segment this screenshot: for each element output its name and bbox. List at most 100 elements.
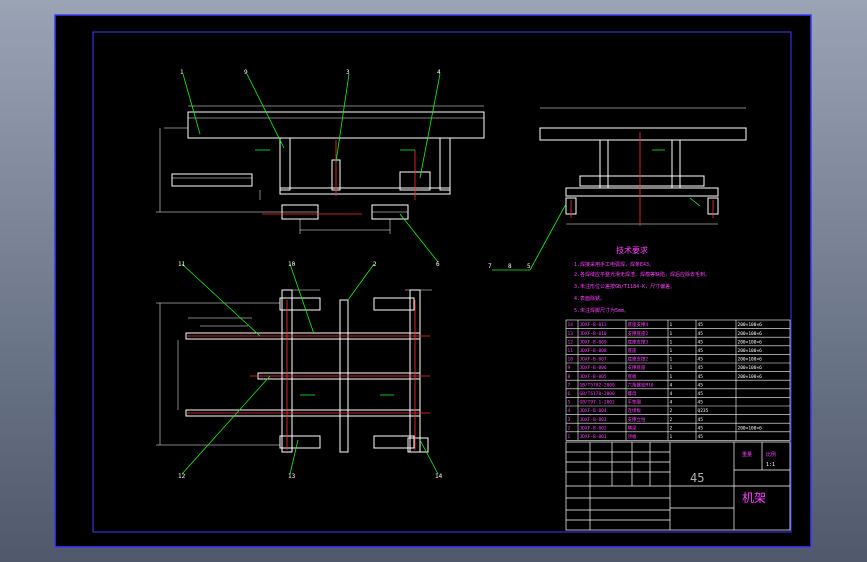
bom-cell-code: JDXF-B-008 <box>580 348 607 354</box>
bom-cell-mat: 45 <box>698 331 704 337</box>
bom-cell-wt: 200×100×6 <box>738 425 763 431</box>
drawing-sheet <box>55 15 811 547</box>
bom-cell-qty: 2 <box>670 425 673 431</box>
bom-cell-name: 底座支撑2 <box>628 356 649 363</box>
bom-cell-code: GB/T97.1-2002 <box>580 400 616 406</box>
bom-cell-no: 11 <box>568 348 574 354</box>
bom-cell-no: 2 <box>568 425 571 431</box>
cad-viewport[interactable]: 1 9 3 4 6 7 8 5 11 10 2 12 13 14 技术要求 1.… <box>0 0 867 562</box>
bom-cell-qty: 4 <box>670 391 673 397</box>
bom-cell-wt: 200×100×6 <box>738 322 763 328</box>
notes-title: 技术要求 <box>616 245 648 255</box>
balloon-plan-1: 11 <box>178 261 186 268</box>
balloon-front-4: 4 <box>437 69 441 76</box>
note-2: 2.各焊缝应平整光滑无焊渣、焊瘤等缺陷，焊后应除去毛刺。 <box>574 271 710 278</box>
bom-cell-code: JDXF-B-010 <box>580 331 607 337</box>
bom-cell-code: JDXF-B-003 <box>580 417 607 423</box>
note-4: 4.表面除锈。 <box>574 295 605 302</box>
bom-cell-name: 底座支撑3 <box>628 338 649 345</box>
note-1: 1.焊接采用手工电弧焊，焊条E43。 <box>574 261 654 268</box>
bom-cell-code: JDXF-B-006 <box>580 365 607 371</box>
balloon-front-bottom-1: 6 <box>436 261 440 268</box>
bom-cell-name: 支撑底座2 <box>628 330 649 337</box>
bom-cell-qty: 1 <box>670 374 673 380</box>
balloon-plan-3: 2 <box>373 261 377 268</box>
scale-value: 1:1 <box>766 462 775 468</box>
bom-cell-no: 14 <box>568 322 574 328</box>
scale-head: 比例 <box>766 451 776 458</box>
bom-cell-mat: 45 <box>698 322 704 328</box>
note-3: 3.未注形位公差按GB/T1184-K，尺寸偏差。 <box>574 283 675 290</box>
bom-cell-wt: 200×100×6 <box>738 339 763 345</box>
bom-cell-mat: 45 <box>698 357 704 363</box>
bom-cell-code: GB/T5782-2000 <box>580 382 616 388</box>
bom-cell-code: JDXF-B-004 <box>580 408 607 414</box>
bom-cell-qty: 2 <box>670 408 673 414</box>
bom-cell-qty: 1 <box>670 365 673 371</box>
bom-cell-mat: 45 <box>698 434 704 440</box>
bom-cell-qty: 1 <box>670 339 673 345</box>
bom-cell-code: JDXF-B-005 <box>580 374 607 380</box>
bom-cell-mat: 45 <box>698 365 704 371</box>
bom-cell-code: JDXF-B-011 <box>580 322 607 328</box>
bom-cell-name: 支撑立柱 <box>628 416 646 423</box>
bom-cell-wt: 200×100×6 <box>738 374 763 380</box>
bom-cell-no: 6 <box>568 391 571 397</box>
bom-cell-qty: 4 <box>670 382 673 388</box>
balloon-plan-5: 13 <box>288 473 296 480</box>
bom-cell-code: JDXF-B-009 <box>580 339 607 345</box>
balloon-side-3: 5 <box>527 263 531 270</box>
bom-cell-name: 六角螺栓M10 <box>628 381 654 388</box>
bom-cell-mat: 45 <box>698 400 704 406</box>
bom-cell-name: 顶板 <box>628 433 637 440</box>
bom-cell-wt: 200×100×6 <box>738 357 763 363</box>
bom-cell-name: 横梁 <box>628 424 637 431</box>
bom-cell-no: 12 <box>568 339 574 345</box>
bom-cell-mat: 45 <box>698 417 704 423</box>
bom-cell-wt: 200×100×6 <box>738 348 763 354</box>
balloon-plan-6: 14 <box>435 473 443 480</box>
drawing-canvas: 1 9 3 4 6 7 8 5 11 10 2 12 13 14 技术要求 1.… <box>54 14 812 548</box>
bom-cell-mat: 45 <box>698 339 704 345</box>
bom-cell-no: 10 <box>568 357 574 363</box>
bom-cell-name: 螺母 <box>628 390 637 397</box>
bom-cell-wt: 200×100×6 <box>738 331 763 337</box>
bom-cell-no: 9 <box>568 365 571 371</box>
balloon-front-2: 9 <box>244 69 248 76</box>
bom-cell-mat: 45 <box>698 382 704 388</box>
balloon-plan-4: 12 <box>178 473 186 480</box>
weight-head: 重量 <box>742 451 752 458</box>
bom-cell-qty: 4 <box>670 400 673 406</box>
bom-cell-name: 平垫圈 <box>628 399 642 406</box>
bom-cell-code: JDXF-B-001 <box>580 434 607 440</box>
balloon-side-2: 8 <box>508 263 512 270</box>
bom-cell-name: 支撑底座 <box>628 364 646 371</box>
balloon-front-1: 1 <box>180 69 184 76</box>
bom-cell-qty: 1 <box>670 434 673 440</box>
bom-cell-no: 7 <box>568 382 571 388</box>
bom-cell-mat: Q235 <box>698 408 709 414</box>
balloon-front-3: 3 <box>346 69 350 76</box>
bom-cell-qty: 1 <box>670 348 673 354</box>
bom-cell-no: 4 <box>568 408 571 414</box>
bom-cell-name: 底座 <box>628 347 637 354</box>
bom-cell-mat: 45 <box>698 425 704 431</box>
bom-cell-mat: 45 <box>698 348 704 354</box>
bom-cell-no: 1 <box>568 434 571 440</box>
bom-cell-code: JDXF-B-007 <box>580 357 607 363</box>
bom-cell-name: 连接板 <box>628 407 642 414</box>
bom-cell-qty: 1 <box>670 331 673 337</box>
bom-cell-no: 3 <box>568 417 571 423</box>
bom-cell-mat: 45 <box>698 391 704 397</box>
material-value: 45 <box>690 471 704 485</box>
bom-cell-qty: 1 <box>670 322 673 328</box>
bom-cell-code: JDXF-B-002 <box>580 425 607 431</box>
bom-cell-no: 13 <box>568 331 574 337</box>
balloon-plan-2: 10 <box>288 261 296 268</box>
bom-cell-code: GB/T6170-2000 <box>580 391 616 397</box>
part-name: 机架 <box>742 491 766 505</box>
balloon-side-1: 7 <box>488 263 492 270</box>
bom-cell-no: 8 <box>568 374 571 380</box>
bom-cell-mat: 45 <box>698 374 704 380</box>
bom-cell-name: 底座支撑4 <box>628 321 649 328</box>
